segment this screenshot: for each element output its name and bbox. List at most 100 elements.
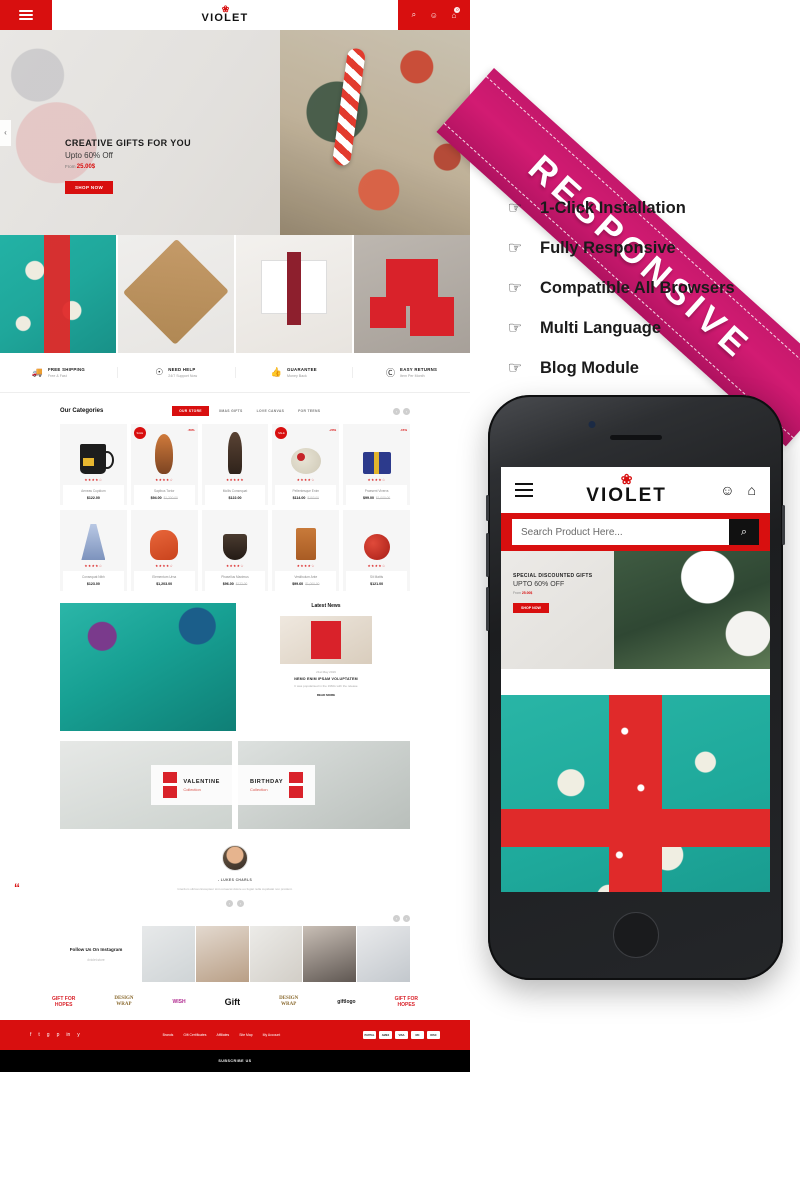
testimonial-next-button[interactable]: › xyxy=(237,900,244,908)
product-card[interactable]: ★★★★★ Mollis Consequat $122.00 xyxy=(201,424,269,505)
mobile-cart-icon[interactable]: ⌂ xyxy=(748,482,756,498)
feature-item-blog-module: ☞ Blog Module xyxy=(506,348,735,388)
product-price: $99.60 $1,000.00 xyxy=(275,582,336,586)
news-headline[interactable]: NEMO ENIM IPSAM VOLUPTATEM xyxy=(242,677,410,681)
footer-link-gift-certificates[interactable]: Gift Certificates xyxy=(183,1033,206,1037)
home-button[interactable] xyxy=(612,912,659,958)
brand-logo-giftlogo[interactable]: giftlogo xyxy=(337,999,355,1005)
product-card[interactable]: ★★★★☆ Vestibulum Ante $99.60 $1,000.00 xyxy=(272,510,340,591)
birthday-collection-banner[interactable]: BIRTHDAY Collection xyxy=(238,741,410,829)
instagram-prev-button[interactable]: ‹ xyxy=(393,915,400,923)
product-price: $122.00 xyxy=(228,496,242,500)
brand-logo-design-wrap[interactable]: DESIGN WRAP xyxy=(114,996,133,1008)
instagram-next-button[interactable]: › xyxy=(403,915,410,923)
footer-link-site-map[interactable]: Site Map xyxy=(239,1033,252,1037)
feature-label: Fully Responsive xyxy=(540,238,676,257)
shop-now-button[interactable]: SHOP NOW xyxy=(65,181,114,194)
mobile-account-icon[interactable]: ☺ xyxy=(720,482,734,498)
product-name: Mollis Consequat xyxy=(222,489,248,493)
facebook-icon[interactable]: f xyxy=(30,1032,31,1038)
banner-hands-holding-gifts[interactable] xyxy=(236,235,352,353)
product-price: $99.00 $1,000.00 xyxy=(346,496,407,500)
linkedin-icon[interactable]: in xyxy=(66,1032,70,1038)
banner-red-wrapped-gifts[interactable] xyxy=(354,235,470,353)
instagram-photo[interactable] xyxy=(303,926,357,983)
instagram-section: Follow Us On Instagram #violet.store xyxy=(0,922,470,983)
footer-link-brands[interactable]: Brands xyxy=(163,1033,174,1037)
brand-line-1: WISH xyxy=(172,999,186,1006)
google-icon[interactable]: g xyxy=(47,1032,50,1038)
mobile-hero-banner[interactable]: SPECIAL DISCOUNTED GIFTS UPTO 60% OFF Fr… xyxy=(501,551,770,669)
mobile-logo[interactable]: ❀ VIOLET xyxy=(533,472,720,507)
brand-logo-wish[interactable]: WISH xyxy=(173,999,186,1005)
mobile-search-button[interactable]: ⌕ xyxy=(729,519,759,545)
instagram-photo[interactable] xyxy=(357,926,410,983)
sale-badge: SALE xyxy=(133,427,146,439)
news-date: 21st May 2019 xyxy=(316,670,336,674)
slider-prev-arrow[interactable]: ‹ xyxy=(0,119,11,146)
product-card[interactable]: SALE -50% ★★★★☆ Sapibus Tortor $94.00 $1,… xyxy=(130,424,198,505)
account-icon[interactable]: ☺ xyxy=(430,11,438,20)
product-card[interactable]: ★★★★☆ Consequat Nibh $123.00 xyxy=(60,510,127,591)
paypal-icon: PAYPAL xyxy=(363,1031,376,1040)
product-price: $1,203.00 xyxy=(156,582,173,586)
feature-item-compatible-all-browsers: ☞ Compatible All Browsers xyxy=(506,268,735,308)
product-price: $114.00 $153.00 xyxy=(275,496,336,500)
news-thumbnail[interactable] xyxy=(280,616,372,664)
brand-logo-gift-for-hopes[interactable]: GIFT FOR HOPES xyxy=(52,996,75,1008)
product-name: Aeneas Cupidum xyxy=(81,489,106,493)
footer-link-affiliates[interactable]: Affiliates xyxy=(217,1033,230,1037)
site-logo[interactable]: ❀ VIOLET xyxy=(52,0,398,30)
testimonial-prev-button[interactable]: ‹ xyxy=(226,900,233,908)
twitter-icon[interactable]: t xyxy=(38,1032,39,1038)
product-card[interactable]: ★★★★☆ Phasellus Maximus $96.00 $122.00 xyxy=(201,510,269,591)
valentine-collection-banner[interactable]: VALENTINE Collection xyxy=(60,741,232,829)
mobile-shop-now-button[interactable]: SHOP NOW xyxy=(513,603,549,613)
collection-subtitle: Collection xyxy=(183,786,201,792)
search-icon[interactable]: ⌕ xyxy=(412,10,416,20)
brand-logo-gift-for-hopes-2[interactable]: GIFT FOR HOPES xyxy=(395,996,418,1008)
product-card[interactable]: ★★★★☆ Sit Mattis $121.00 xyxy=(343,510,410,591)
discount-badge: -20% xyxy=(329,428,337,432)
product-price: $122.00 xyxy=(86,496,100,500)
instagram-photo[interactable] xyxy=(142,926,195,983)
product-card[interactable]: -15% ★★★★☆ Praesent Viverra $99.00 $1,000… xyxy=(343,424,410,505)
service-need-help: ☉ NEED HELP 24/7 Support Now xyxy=(118,367,236,378)
footer-link-my-account[interactable]: My Account xyxy=(263,1033,281,1037)
pinterest-icon[interactable]: p xyxy=(57,1032,60,1038)
brand-logo-gift[interactable]: Gift xyxy=(225,997,241,1008)
service-sub: Money Back xyxy=(287,374,307,378)
feature-list: ☞ 1-Click Installation ☞ Fully Responsiv… xyxy=(506,188,735,388)
product-card[interactable]: SALE -20% ★★★★☆ Pellentesque Enim $114.0… xyxy=(272,424,340,505)
read-more-link[interactable]: READ MORE xyxy=(242,693,410,697)
cart-icon[interactable]: ⌂ 0 xyxy=(452,6,461,20)
product-card[interactable]: ★★★★☆ Aeneas Cupidum $122.00 xyxy=(60,424,127,505)
section-title: Our Categories xyxy=(60,408,104,414)
tab-xmas-gifts[interactable]: XMAS GIFTS xyxy=(215,406,247,416)
mobile-search-input[interactable]: Search Product Here... xyxy=(512,519,729,545)
feature-item-1-click-installation: ☞ 1-Click Installation xyxy=(506,188,735,228)
hero-slider[interactable]: CREATIVE GIFTS FOR YOU Upto 60% Off From… xyxy=(0,30,470,235)
tab-for-teens[interactable]: FOR TEENS xyxy=(294,406,324,416)
instagram-photo[interactable] xyxy=(249,926,303,983)
mobile-menu-button[interactable] xyxy=(515,480,533,501)
carousel-next-button[interactable]: › xyxy=(402,407,410,415)
product-grid-row-1: ★★★★☆ Aeneas Cupidum $122.00 SALE -50% ★… xyxy=(60,424,410,505)
tab-our-store[interactable]: OUR STORE xyxy=(172,406,209,416)
instagram-photo[interactable] xyxy=(195,926,249,983)
banner-kraft-ribbon-gift[interactable] xyxy=(118,235,234,353)
instagram-handle[interactable]: #violet.store xyxy=(60,958,132,962)
product-image xyxy=(134,514,195,560)
youtube-icon[interactable]: y xyxy=(77,1032,80,1038)
brand-logo-design-wrap-2[interactable]: DESIGN WRAP xyxy=(279,996,298,1008)
carousel-prev-button[interactable]: ‹ xyxy=(392,407,400,415)
banner-teal-polka-gift[interactable] xyxy=(0,235,116,353)
gift-ribbon-icon xyxy=(163,772,178,798)
menu-button[interactable] xyxy=(0,0,52,30)
product-rating: ★★★★☆ xyxy=(155,564,174,568)
earpiece-speaker xyxy=(609,435,662,440)
product-card[interactable]: ★★★★☆ Elementum Urna $1,203.00 xyxy=(130,510,198,591)
tab-love-canvas[interactable]: LOVE CANVAS xyxy=(253,406,289,416)
volume-down-button xyxy=(486,587,489,631)
avatar xyxy=(222,845,248,871)
